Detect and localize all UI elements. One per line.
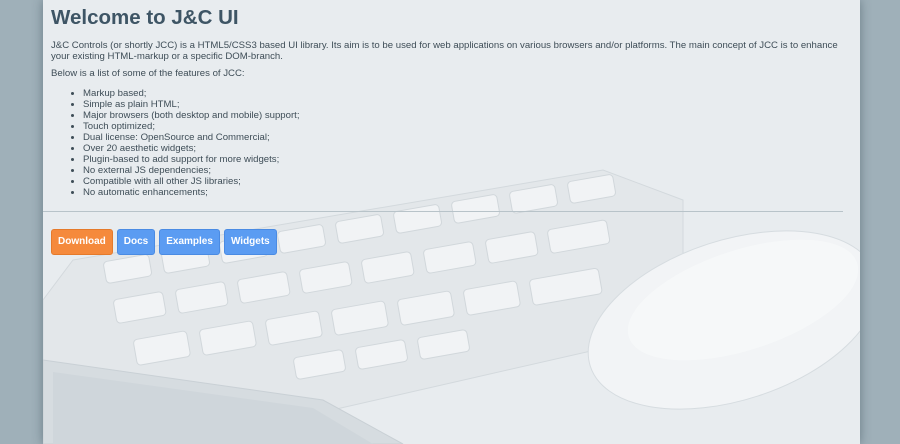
list-item: Markup based; <box>83 88 851 99</box>
divider <box>43 211 843 212</box>
features-list: Markup based; Simple as plain HTML; Majo… <box>51 88 851 198</box>
widgets-button[interactable]: Widgets <box>223 229 277 255</box>
main-content: Welcome to J&C UI J&C Controls (or short… <box>51 0 851 198</box>
list-item: Compatible with all other JS libraries; <box>83 176 851 187</box>
features-lead: Below is a list of some of the features … <box>51 68 245 79</box>
page-panel: Welcome to J&C UI J&C Controls (or short… <box>43 0 860 444</box>
list-item: Over 20 aesthetic widgets; <box>83 143 851 154</box>
list-item: Dual license: OpenSource and Commercial; <box>83 132 851 143</box>
list-item: No automatic enhancements; <box>83 187 851 198</box>
download-button[interactable]: Download <box>51 229 113 255</box>
examples-button[interactable]: Examples <box>159 229 220 255</box>
docs-button[interactable]: Docs <box>116 229 156 255</box>
list-item: Simple as plain HTML; <box>83 99 851 110</box>
list-item: No external JS dependencies; <box>83 165 851 176</box>
button-row: Download Docs Examples Widgets <box>51 229 277 255</box>
list-item: Touch optimized; <box>83 121 851 132</box>
list-item: Plugin-based to add support for more wid… <box>83 154 851 165</box>
intro-paragraph: J&C Controls (or shortly JCC) is a HTML5… <box>51 40 838 62</box>
page-title: Welcome to J&C UI <box>51 6 239 29</box>
list-item: Major browsers (both desktop and mobile)… <box>83 110 851 121</box>
